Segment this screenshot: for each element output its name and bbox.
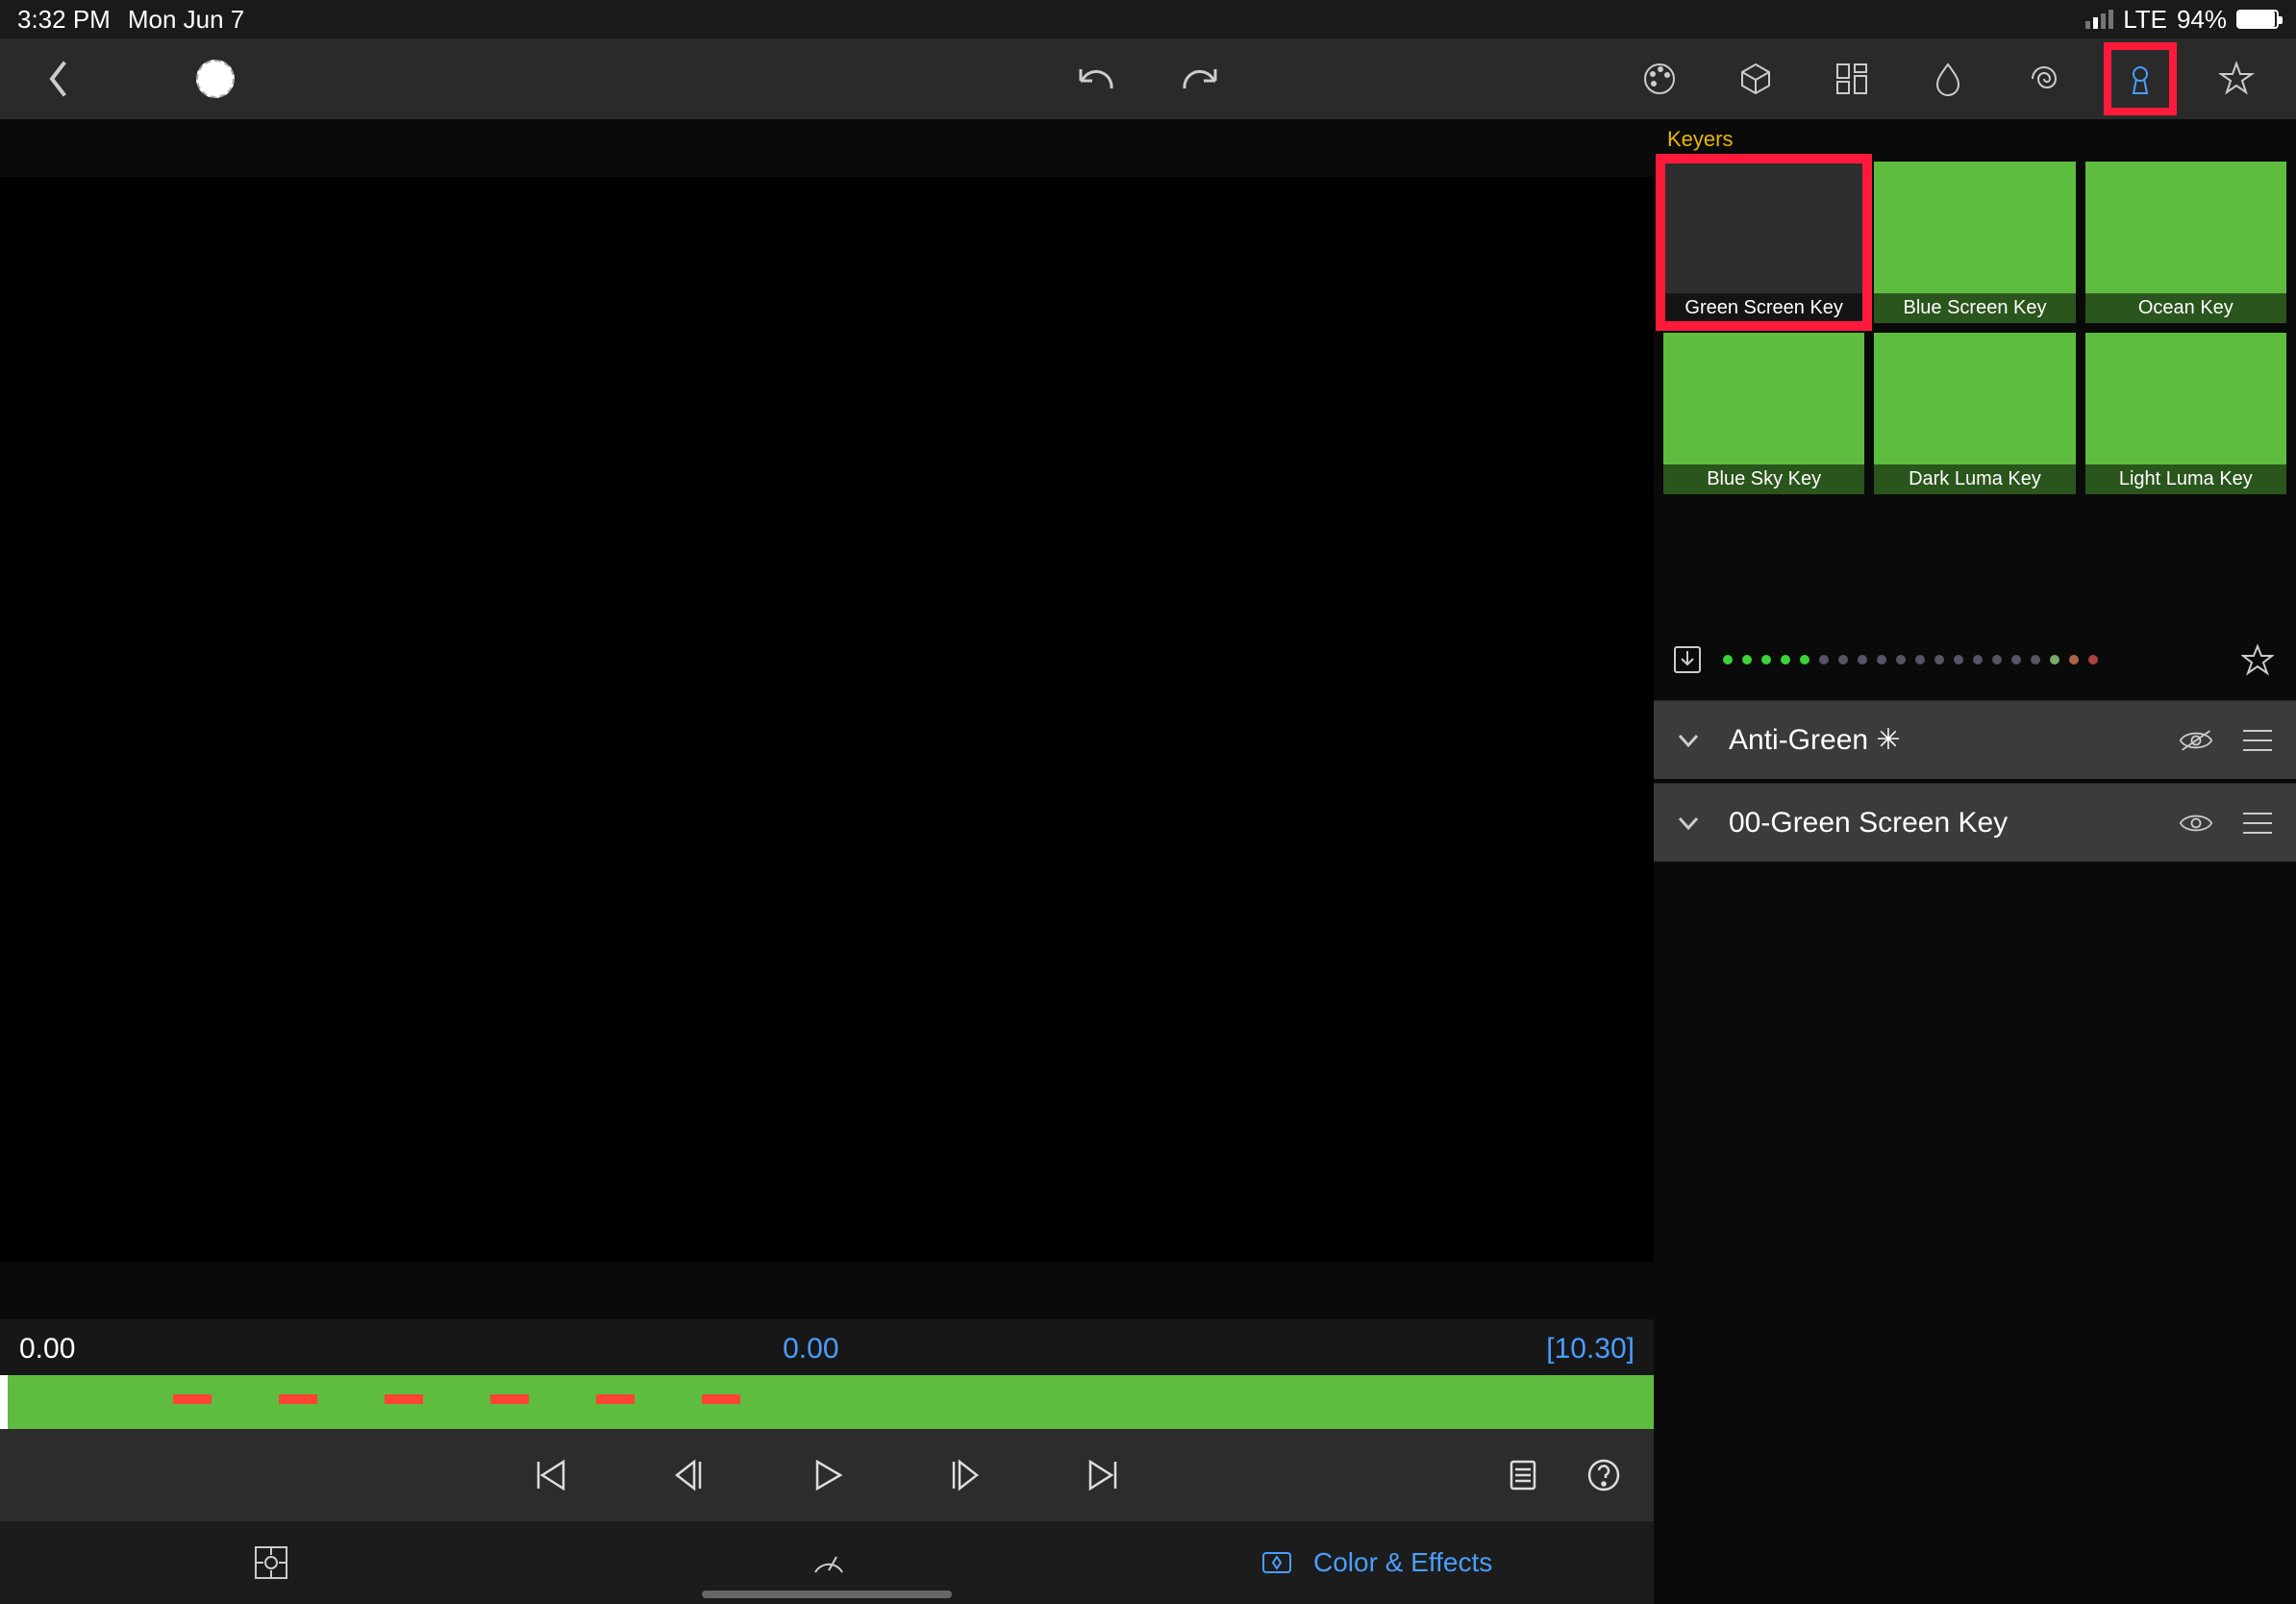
preset-dot[interactable] bbox=[1954, 655, 1963, 664]
drop-tool-button[interactable] bbox=[1927, 58, 1969, 100]
keyhole-tool-button[interactable] bbox=[2119, 58, 2161, 100]
speed-tool-button[interactable] bbox=[808, 1541, 850, 1584]
preset-dot[interactable] bbox=[1973, 655, 1983, 664]
color-effects-label: Color & Effects bbox=[1313, 1547, 1492, 1578]
visibility-toggle[interactable] bbox=[2179, 806, 2213, 840]
timeline-area: 0.00 0.00 [10.30] bbox=[0, 1319, 1654, 1604]
preset-dot[interactable] bbox=[2069, 655, 2079, 664]
network-label: LTE bbox=[2123, 5, 2167, 35]
clipboard-button[interactable] bbox=[1502, 1454, 1544, 1496]
download-preset-button[interactable] bbox=[1671, 643, 1704, 676]
keyer-tile[interactable]: Blue Sky Key bbox=[1663, 333, 1864, 494]
step-back-button[interactable] bbox=[667, 1454, 710, 1496]
status-time: 3:32 PM bbox=[17, 5, 111, 35]
reorder-handle[interactable] bbox=[2240, 806, 2275, 840]
grid-tool-button[interactable] bbox=[1831, 58, 1873, 100]
record-button[interactable] bbox=[196, 60, 235, 98]
top-toolbar bbox=[0, 38, 2296, 119]
keyer-tile[interactable]: Light Luma Key bbox=[2085, 333, 2286, 494]
time-current: 0.00 bbox=[783, 1333, 838, 1366]
favorite-preset-button[interactable] bbox=[2236, 639, 2279, 681]
preset-dot[interactable] bbox=[1915, 655, 1925, 664]
battery-icon bbox=[2236, 10, 2279, 29]
status-date: Mon Jun 7 bbox=[128, 5, 244, 35]
keyer-tile[interactable]: Dark Luma Key bbox=[1874, 333, 2075, 494]
time-duration: [10.30] bbox=[1546, 1333, 1635, 1366]
keyer-tile-label: Ocean Key bbox=[2085, 293, 2286, 323]
preset-dot[interactable] bbox=[1800, 655, 1809, 664]
keyer-tile[interactable]: Green Screen Key bbox=[1663, 162, 1864, 323]
effect-row[interactable]: 00-Green Screen Key bbox=[1654, 783, 2296, 862]
play-button[interactable] bbox=[806, 1454, 848, 1496]
keyers-label: Keyers bbox=[1654, 119, 2296, 162]
back-button[interactable] bbox=[38, 58, 81, 100]
effect-name: Anti-Green ✳︎ bbox=[1729, 723, 2152, 757]
signal-icon bbox=[2085, 10, 2113, 29]
preset-dot[interactable] bbox=[1896, 655, 1906, 664]
keyer-tile-label: Green Screen Key bbox=[1663, 293, 1864, 323]
visibility-toggle[interactable] bbox=[2179, 723, 2213, 758]
effects-panel: Keyers Green Screen Key Blue Screen Key Oc… bbox=[1654, 119, 2296, 1604]
focus-tool-button[interactable] bbox=[250, 1541, 292, 1584]
help-button[interactable] bbox=[1583, 1454, 1625, 1496]
preset-dot[interactable] bbox=[1934, 655, 1944, 664]
effect-name: 00-Green Screen Key bbox=[1729, 807, 2152, 840]
preset-dot[interactable] bbox=[2031, 655, 2040, 664]
cube-tool-button[interactable] bbox=[1734, 58, 1777, 100]
keyer-tile-label: Blue Screen Key bbox=[1874, 293, 2075, 323]
reorder-handle[interactable] bbox=[2240, 723, 2275, 758]
chevron-down-icon bbox=[1675, 810, 1702, 837]
time-start: 0.00 bbox=[19, 1333, 75, 1366]
preset-dot[interactable] bbox=[2088, 655, 2098, 664]
preset-dot[interactable] bbox=[1723, 655, 1733, 664]
status-bar: 3:32 PM Mon Jun 7 LTE 94% bbox=[0, 0, 2296, 38]
skip-end-button[interactable] bbox=[1083, 1454, 1125, 1496]
preview-viewport[interactable] bbox=[0, 177, 1654, 1262]
spiral-tool-button[interactable] bbox=[2023, 58, 2065, 100]
transport-bar bbox=[0, 1429, 1654, 1521]
preset-dot[interactable] bbox=[1858, 655, 1867, 664]
keyer-tile-label: Light Luma Key bbox=[2085, 464, 2286, 494]
preset-dot[interactable] bbox=[1761, 655, 1771, 664]
keyer-tile-label: Dark Luma Key bbox=[1874, 464, 2075, 494]
palette-tool-button[interactable] bbox=[1638, 58, 1681, 100]
preset-dot[interactable] bbox=[1781, 655, 1790, 664]
battery-pct: 94% bbox=[2177, 5, 2227, 35]
keyer-tile[interactable]: Ocean Key bbox=[2085, 162, 2286, 323]
effect-row[interactable]: Anti-Green ✳︎ bbox=[1654, 700, 2296, 779]
bottom-bar: Color & Effects bbox=[0, 1521, 1654, 1604]
preset-dot[interactable] bbox=[1838, 655, 1848, 664]
preset-dot[interactable] bbox=[1742, 655, 1752, 664]
undo-button[interactable] bbox=[1077, 58, 1119, 100]
redo-button[interactable] bbox=[1177, 58, 1219, 100]
color-effects-tab[interactable]: Color & Effects bbox=[1260, 1545, 1492, 1580]
preset-dot[interactable] bbox=[2011, 655, 2021, 664]
timeline-track[interactable] bbox=[0, 1375, 1654, 1429]
keyer-tile[interactable]: Blue Screen Key bbox=[1874, 162, 2075, 323]
step-forward-button[interactable] bbox=[944, 1454, 986, 1496]
preset-dot[interactable] bbox=[1819, 655, 1829, 664]
skip-start-button[interactable] bbox=[529, 1454, 571, 1496]
preset-dot[interactable] bbox=[1992, 655, 2002, 664]
chevron-down-icon bbox=[1675, 727, 1702, 754]
home-indicator[interactable] bbox=[702, 1591, 952, 1598]
preset-dot[interactable] bbox=[2050, 655, 2059, 664]
keyer-tile-label: Blue Sky Key bbox=[1663, 464, 1864, 494]
preset-dot[interactable] bbox=[1877, 655, 1886, 664]
star-tool-button[interactable] bbox=[2215, 58, 2258, 100]
